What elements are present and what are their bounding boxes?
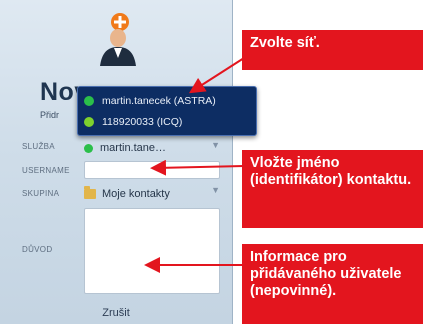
status-online-icon bbox=[84, 143, 93, 153]
group-select[interactable]: Moje kontakty ▼ bbox=[84, 185, 220, 203]
add-contact-dialog: Nov Přidr SLUŽBA martin.tane… ▼ USERNAME… bbox=[0, 0, 233, 324]
dropdown-item-label: martin.tanecek (ASTRA) bbox=[102, 95, 216, 107]
chevron-down-icon: ▼ bbox=[211, 140, 220, 150]
dialog-subtitle: Přidr bbox=[40, 110, 60, 120]
service-value: martin.tane… bbox=[100, 142, 167, 154]
service-label: SLUŽBA bbox=[22, 142, 55, 151]
callout-network: Zvolte síť. bbox=[242, 30, 423, 70]
reason-label: DŮVOD bbox=[22, 245, 53, 254]
username-label: USERNAME bbox=[22, 166, 70, 175]
group-value: Moje kontakty bbox=[102, 188, 170, 200]
network-dropdown: martin.tanecek (ASTRA) 118920033 (ICQ) bbox=[77, 86, 257, 136]
status-online-icon bbox=[84, 117, 94, 127]
reason-textarea[interactable] bbox=[84, 208, 220, 294]
chevron-down-icon: ▼ bbox=[211, 185, 220, 195]
add-user-icon bbox=[100, 13, 136, 66]
service-select[interactable]: martin.tane… ▼ bbox=[84, 140, 220, 156]
dropdown-item-label: 118920033 (ICQ) bbox=[102, 116, 183, 128]
dropdown-item-icq[interactable]: 118920033 (ICQ) bbox=[84, 112, 250, 132]
folder-icon bbox=[84, 186, 96, 199]
callout-info: Informace pro přidávaného uživatele (nep… bbox=[242, 244, 423, 324]
group-label: SKUPINA bbox=[22, 189, 60, 198]
cancel-button[interactable]: Zrušit bbox=[0, 302, 232, 324]
status-online-icon bbox=[84, 96, 94, 106]
dropdown-item-astra[interactable]: martin.tanecek (ASTRA) bbox=[84, 91, 250, 111]
callout-name: Vložte jméno (identifikátor) kontaktu. bbox=[242, 150, 423, 228]
username-input[interactable] bbox=[84, 161, 220, 179]
